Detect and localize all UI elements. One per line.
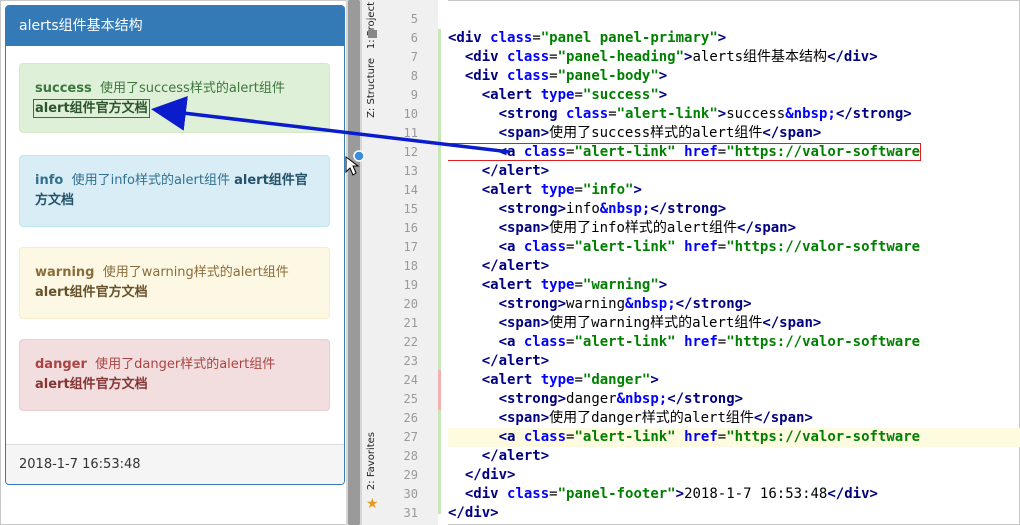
- line-number: 30: [403, 487, 418, 501]
- alert-danger: danger 使用了danger样式的alert组件 alert组件官方文档: [19, 339, 330, 411]
- code-line[interactable]: <alert type="info">: [448, 181, 1020, 200]
- alert-text: 使用了success样式的alert组件: [99, 81, 285, 96]
- change-marker: [438, 370, 441, 410]
- code-line[interactable]: <a class="alert-link" href="https://valo…: [448, 238, 1020, 257]
- code-line[interactable]: </alert>: [448, 162, 1020, 181]
- alert-info: info 使用了info样式的alert组件 alert组件官方文档: [19, 155, 330, 227]
- change-marker: [438, 29, 441, 514]
- line-number: 31: [403, 506, 418, 520]
- splitter-handle[interactable]: [348, 0, 360, 525]
- highlighted-code: <a class="alert-link" href="https://valo…: [448, 143, 922, 161]
- line-number: 29: [403, 468, 418, 482]
- line-number: 18: [403, 259, 418, 273]
- tool-window-bar: 1: Project Z: Structure 2: Favorites ★: [362, 0, 385, 525]
- alert-strong: warning: [35, 265, 95, 280]
- structure-icon: [368, 30, 377, 38]
- alerts-panel: alerts组件基本结构 success 使用了success样式的alert组…: [5, 5, 345, 485]
- code-line[interactable]: <alert type="warning">: [448, 276, 1020, 295]
- alert-strong: danger: [35, 357, 87, 372]
- code-line[interactable]: <a class="alert-link" href="https://valo…: [448, 428, 1020, 447]
- line-number: 20: [403, 297, 418, 311]
- code-line[interactable]: <strong class="alert-link">success&nbsp;…: [448, 105, 1020, 124]
- line-number: 23: [403, 354, 418, 368]
- line-number: 13: [403, 164, 418, 178]
- code-line[interactable]: <strong>danger&nbsp;</strong>: [448, 390, 1020, 409]
- code-line[interactable]: </alert>: [448, 352, 1020, 371]
- line-number: 26: [403, 411, 418, 425]
- line-number: 9: [410, 88, 418, 102]
- code-line[interactable]: <span>使用了info样式的alert组件</span>: [448, 219, 1020, 238]
- alert-warning: warning 使用了warning样式的alert组件 alert组件官方文档: [19, 247, 330, 319]
- line-number: 10: [403, 107, 418, 121]
- line-number: 7: [410, 50, 418, 64]
- alert-text: 使用了warning样式的alert组件: [102, 265, 289, 280]
- line-number: 21: [403, 316, 418, 330]
- code-line[interactable]: <div class="panel-body">: [448, 67, 1020, 86]
- alert-text: 使用了danger样式的alert组件: [95, 357, 276, 372]
- line-number: 15: [403, 202, 418, 216]
- alert-doc-link[interactable]: alert组件官方文档: [35, 285, 148, 300]
- panel-footer: 2018-1-7 16:53:48: [6, 444, 344, 484]
- line-numbers: 5 6 7 8 9 10 11 12 13 14 15 16 17 18 19 20 21 22 23 24 25 26 2…: [384, 10, 418, 523]
- code-line[interactable]: </div>: [448, 466, 1020, 485]
- alert-success: success 使用了success样式的alert组件 alert组件官方文档: [19, 63, 330, 133]
- code-line[interactable]: <span>使用了warning样式的alert组件</span>: [448, 314, 1020, 333]
- line-number: 24: [403, 373, 418, 387]
- code-line[interactable]: <strong>warning&nbsp;</strong>: [448, 295, 1020, 314]
- tab-project[interactable]: 1: Project: [366, 2, 377, 49]
- code-line[interactable]: <span>使用了danger样式的alert组件</span>: [448, 409, 1020, 428]
- code-line[interactable]: <alert type="danger">: [448, 371, 1020, 390]
- line-number: 16: [403, 221, 418, 235]
- line-number: 19: [403, 278, 418, 292]
- code-line[interactable]: <span>使用了success样式的alert组件</span>: [448, 124, 1020, 143]
- line-number: 27: [403, 430, 418, 444]
- line-number: 28: [403, 449, 418, 463]
- tab-favorites[interactable]: 2: Favorites: [366, 432, 377, 490]
- code-line[interactable]: </alert>: [448, 447, 1020, 466]
- code-line[interactable]: <div class="panel-heading">alerts组件基本结构<…: [448, 48, 1020, 67]
- code-line[interactable]: </alert>: [448, 257, 1020, 276]
- alert-text: 使用了info样式的alert组件: [71, 173, 230, 188]
- code-editor[interactable]: <div class="panel panel-primary"> <div c…: [448, 10, 1020, 525]
- code-line[interactable]: <strong>info&nbsp;</strong>: [448, 200, 1020, 219]
- code-line[interactable]: <a class="alert-link" href="https://valo…: [448, 143, 1020, 162]
- code-line[interactable]: <div class="panel panel-primary">: [448, 29, 1020, 48]
- panel-body: success 使用了success样式的alert组件 alert组件官方文档…: [6, 46, 344, 446]
- line-number: 8: [410, 69, 418, 83]
- alert-strong: info: [35, 173, 64, 188]
- line-number: 14: [403, 183, 418, 197]
- panel-heading: alerts组件基本结构: [6, 6, 344, 46]
- line-number: 6: [410, 31, 418, 45]
- code-line[interactable]: <div class="panel-footer">2018-1-7 16:53…: [448, 485, 1020, 504]
- star-icon: ★: [366, 496, 379, 512]
- tab-structure[interactable]: Z: Structure: [366, 58, 377, 118]
- code-line[interactable]: <a class="alert-link" href="https://valo…: [448, 333, 1020, 352]
- code-line[interactable]: [448, 10, 1020, 29]
- alert-doc-link[interactable]: alert组件官方文档: [35, 377, 148, 392]
- code-line[interactable]: </div>: [448, 504, 1020, 523]
- line-number: 11: [403, 126, 418, 140]
- line-number: 12: [403, 145, 418, 159]
- line-number: 22: [403, 335, 418, 349]
- line-number: 5: [410, 12, 418, 26]
- line-number: 17: [403, 240, 418, 254]
- line-number: 25: [403, 392, 418, 406]
- alert-doc-link[interactable]: alert组件官方文档: [33, 99, 150, 118]
- alert-strong: success: [35, 81, 92, 96]
- code-line[interactable]: <alert type="success">: [448, 86, 1020, 105]
